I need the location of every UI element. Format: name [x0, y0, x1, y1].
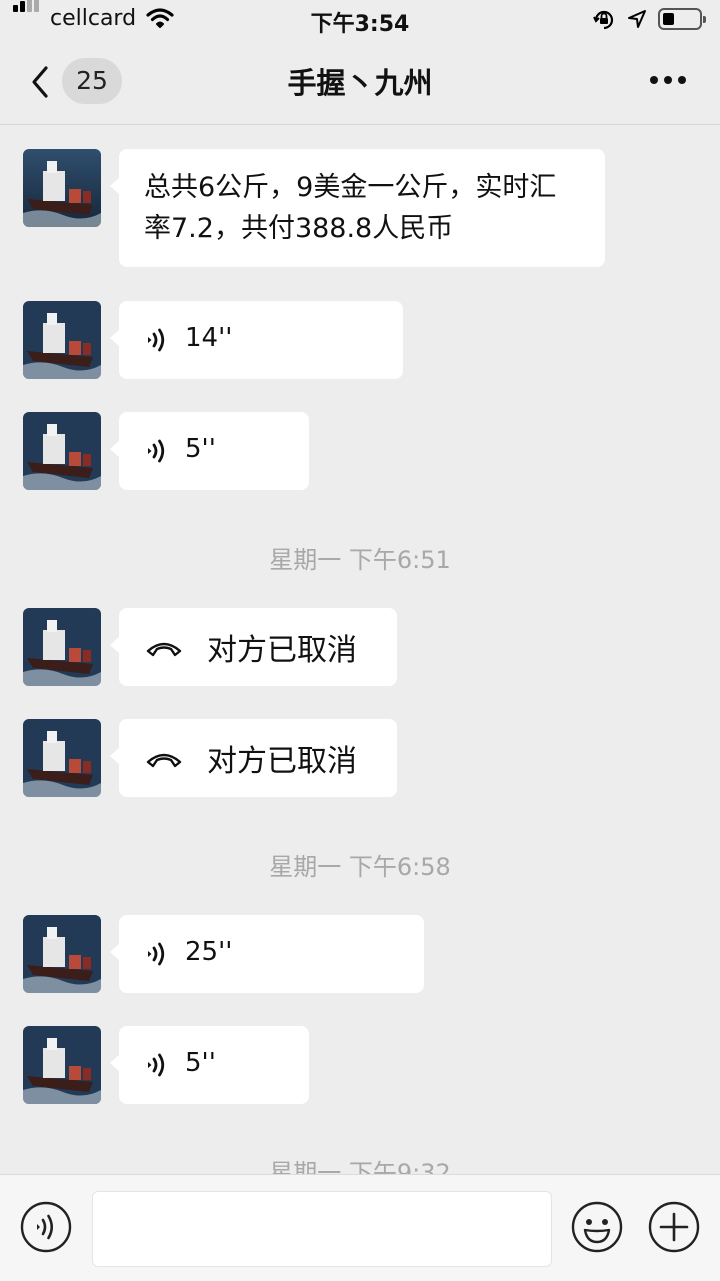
status-bar: cellcard 下午3:54 — [0, 0, 720, 40]
chat-title: 手握丶九州 — [287, 66, 433, 100]
emoji-icon[interactable] — [571, 1201, 623, 1253]
voice-message-bubble[interactable]: 14'' — [110, 301, 403, 379]
voice-icon — [148, 1053, 165, 1077]
ship-avatar-image — [23, 301, 101, 379]
avatar[interactable] — [23, 412, 101, 490]
plus-icon[interactable] — [648, 1201, 700, 1253]
voice-duration: 5'' — [185, 1048, 216, 1078]
call-status-text: 对方已取消 — [207, 744, 357, 779]
nav-bar: 25 手握丶九州 — [0, 40, 720, 125]
ship-avatar-image — [23, 915, 101, 993]
voice-message-bubble[interactable]: 5'' — [110, 412, 309, 490]
avatar[interactable] — [23, 608, 101, 686]
voice-duration: 14'' — [185, 323, 233, 353]
avatar[interactable] — [23, 149, 101, 227]
location-icon — [628, 10, 646, 28]
chat-timestamp: 星期一 下午6:51 — [269, 546, 451, 574]
voice-input-icon[interactable] — [20, 1201, 72, 1253]
call-message-bubble[interactable]: 对方已取消 — [110, 719, 397, 797]
voice-message-bubble[interactable]: 5'' — [110, 1026, 309, 1104]
voice-duration: 5'' — [185, 434, 216, 464]
ship-avatar-image — [23, 1026, 101, 1104]
more-icon[interactable] — [646, 68, 690, 92]
voice-icon — [148, 328, 165, 352]
voice-duration: 25'' — [185, 937, 233, 967]
avatar[interactable] — [23, 301, 101, 379]
voice-icon — [148, 439, 165, 463]
input-bar — [0, 1174, 720, 1281]
avatar[interactable] — [23, 719, 101, 797]
ship-avatar-image — [23, 719, 101, 797]
call-status-text: 对方已取消 — [207, 633, 357, 668]
chat-timestamp: 星期一 下午6:58 — [269, 853, 451, 881]
avatar[interactable] — [23, 1026, 101, 1104]
voice-message-bubble[interactable]: 25'' — [110, 915, 424, 993]
ship-avatar-image — [23, 608, 101, 686]
hangup-phone-icon — [146, 753, 182, 768]
message-bubble[interactable]: 总共6公斤，9美金一公斤，实时汇率7.2，共付388.8人民币 — [110, 149, 605, 267]
orientation-lock-icon — [593, 10, 614, 30]
voice-icon — [148, 942, 165, 966]
ship-avatar-image — [23, 412, 101, 490]
avatar[interactable] — [23, 915, 101, 993]
call-message-bubble[interactable]: 对方已取消 — [110, 608, 397, 686]
ship-avatar-image — [23, 149, 101, 227]
battery-icon — [658, 8, 706, 30]
message-input[interactable] — [92, 1191, 552, 1267]
hangup-phone-icon — [146, 642, 182, 657]
message-text: 总共6公斤，9美金一公斤，实时汇率7.2，共付388.8人民币 — [144, 172, 557, 244]
